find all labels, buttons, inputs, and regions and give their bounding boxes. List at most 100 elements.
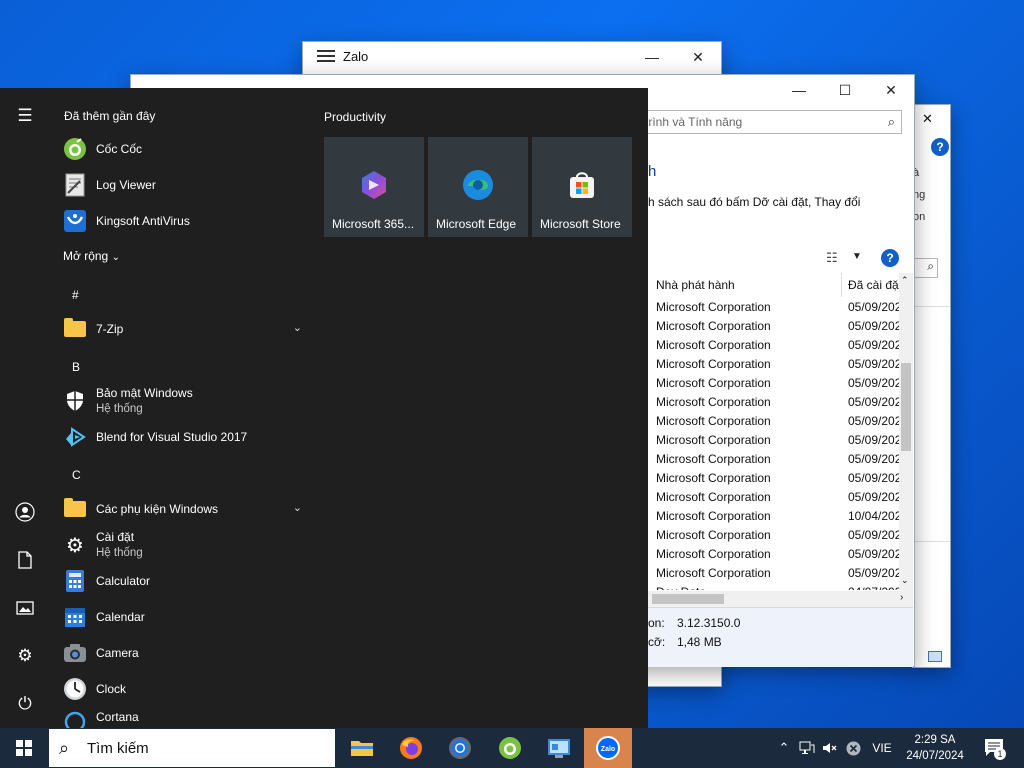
taskbar-clock[interactable]: 2:29 SA 24/07/2024	[896, 732, 974, 764]
app-cortana[interactable]: Cortana	[62, 709, 302, 728]
table-row[interactable]: Microsoft Corporation 05/09/2023	[656, 298, 900, 317]
table-row[interactable]: Microsoft Corporation 05/09/2023	[656, 450, 900, 469]
chevron-down-icon[interactable]: ⌄	[901, 575, 909, 586]
table-row[interactable]: Microsoft Corporation 05/09/2023	[656, 526, 900, 545]
app-name: Calculator	[96, 574, 151, 588]
programs-maximize-button[interactable]: ☐	[822, 75, 868, 105]
table-row[interactable]: Microsoft Corporation 05/09/2023	[656, 355, 900, 374]
start-button[interactable]	[0, 728, 48, 768]
document-icon[interactable]	[13, 548, 37, 572]
app-name: Camera	[96, 646, 139, 660]
app-windows-security[interactable]: Bảo mật Windows Hệ thống	[62, 385, 302, 417]
table-row[interactable]: Microsoft Corporation 05/09/2023	[656, 545, 900, 564]
notification-button[interactable]: 1	[980, 728, 1010, 768]
scrollbar-thumb[interactable]	[652, 594, 724, 604]
table-row[interactable]: Microsoft Corporation 05/09/2023	[656, 393, 900, 412]
divider	[912, 306, 950, 307]
app-name: 7-Zip	[96, 322, 124, 336]
app-settings[interactable]: ⚙ Cài đặt Hệ thống	[62, 529, 302, 561]
app-name: Calendar	[96, 610, 145, 624]
publisher-cell: Microsoft Corporation	[656, 319, 771, 333]
programs-minimize-button[interactable]: —	[776, 75, 822, 105]
camera-icon	[62, 640, 88, 666]
zalo-minimize-button[interactable]: —	[629, 42, 675, 72]
kingsoft-antivirus-icon	[62, 208, 88, 234]
background-window[interactable]: ✕ ? à ng on ⌕	[912, 104, 951, 668]
search-icon[interactable]: ⌕	[888, 114, 895, 130]
chevron-right-icon[interactable]: ›	[900, 592, 903, 603]
letter-header-c[interactable]: C	[72, 468, 81, 482]
table-row[interactable]: Microsoft Corporation 05/09/2023	[656, 412, 900, 431]
app-kingsoft-antivirus[interactable]: Kingsoft AntiVirus	[62, 205, 302, 237]
language-indicator[interactable]: VIE	[866, 728, 898, 768]
taskbar-zalo[interactable]: Zalo	[584, 728, 632, 768]
table-row[interactable]: Dev Date24/07/2024	[656, 583, 900, 590]
app-clock[interactable]: Clock	[62, 673, 302, 705]
installed-date-cell: 05/09/2023	[848, 547, 900, 561]
app-coc-coc[interactable]: Cốc Cốc	[62, 133, 302, 165]
scrollbar-thumb[interactable]	[901, 363, 911, 451]
taskbar-search-input[interactable]: ⌕ Tìm kiếm	[49, 729, 335, 767]
view-options-icon[interactable]: ☷	[826, 250, 838, 266]
installed-date-cell: 05/09/2023	[848, 452, 900, 466]
publisher-cell: Dev Date	[656, 583, 848, 590]
zalo-titlebar[interactable]: Zalo — ✕	[303, 42, 721, 70]
table-row[interactable]: Microsoft Corporation 05/09/2023	[656, 469, 900, 488]
app-name: Clock	[96, 682, 127, 696]
app-blend[interactable]: Blend for Visual Studio 2017	[62, 421, 302, 453]
background-help-icon[interactable]: ?	[931, 138, 949, 156]
programs-close-button[interactable]: ✕	[868, 75, 914, 105]
clock-icon	[62, 676, 88, 702]
power-icon[interactable]: ⏻	[13, 692, 37, 716]
chevron-down-icon[interactable]: ⌄	[293, 321, 302, 334]
volume-muted-icon[interactable]	[819, 728, 841, 768]
user-avatar-icon[interactable]	[13, 500, 37, 524]
table-row[interactable]: Microsoft Corporation 05/09/2023	[656, 317, 900, 336]
app-7zip[interactable]: 7-Zip ⌄	[62, 313, 302, 345]
chevron-down-icon[interactable]: ⌄	[293, 501, 302, 514]
app-windows-accessories[interactable]: Các phụ kiện Windows ⌄	[62, 493, 302, 525]
table-row[interactable]: Microsoft Corporation 05/09/2023	[656, 431, 900, 450]
pictures-icon[interactable]	[13, 596, 37, 620]
letter-header-hash[interactable]: #	[72, 288, 79, 302]
table-row[interactable]: Microsoft Corporation 10/04/2024	[656, 507, 900, 526]
close-circle-icon[interactable]	[842, 728, 864, 768]
taskbar-chrome[interactable]	[436, 728, 484, 768]
column-header-publisher[interactable]: Nhà phát hành	[648, 273, 842, 297]
chevron-down-icon[interactable]: ▼	[852, 251, 862, 262]
app-calendar[interactable]: Calendar	[62, 601, 302, 633]
network-icon[interactable]	[796, 728, 818, 768]
background-search-icon[interactable]: ⌕	[912, 258, 938, 278]
clock-time: 2:29 SA	[914, 734, 956, 746]
taskbar-firefox[interactable]	[387, 728, 435, 768]
help-icon[interactable]: ?	[881, 249, 899, 267]
vertical-scrollbar[interactable]: ⌃ ⌄	[899, 273, 913, 591]
chevron-up-icon[interactable]: ⌃	[901, 275, 909, 286]
table-row[interactable]: Microsoft Corporation 05/09/2023	[656, 564, 900, 583]
zalo-close-button[interactable]: ✕	[675, 42, 721, 72]
edge-icon	[462, 169, 494, 201]
expand-recent-button[interactable]: Mở rộng ⌄	[63, 249, 120, 263]
app-log-viewer[interactable]: Log Viewer	[62, 169, 302, 201]
column-header-installed[interactable]: Đã cài đặt	[842, 273, 899, 297]
programs-search-input[interactable]: trình và Tính năng ⌕	[640, 110, 902, 134]
hamburger-menu-icon[interactable]: ☰	[13, 104, 37, 128]
table-row[interactable]: Microsoft Corporation 05/09/2023	[656, 374, 900, 393]
view-icon[interactable]	[928, 651, 942, 662]
table-row[interactable]: Microsoft Corporation 05/09/2023	[656, 336, 900, 355]
hamburger-menu-icon[interactable]	[317, 50, 335, 62]
taskbar-coc-coc[interactable]	[486, 728, 534, 768]
table-row[interactable]: Microsoft Corporation 05/09/2023	[656, 488, 900, 507]
tile-microsoft-365[interactable]: Microsoft 365...	[324, 137, 424, 237]
app-camera[interactable]: Camera	[62, 637, 302, 669]
app-calculator[interactable]: Calculator	[62, 565, 302, 597]
tile-microsoft-store[interactable]: Microsoft Store	[532, 137, 632, 237]
tray-overflow-chevron-up-icon[interactable]: ⌃	[772, 728, 796, 768]
taskbar-control-panel[interactable]	[535, 728, 583, 768]
letter-header-b[interactable]: B	[72, 360, 80, 374]
background-close-button[interactable]: ✕	[922, 111, 933, 127]
tile-microsoft-edge[interactable]: Microsoft Edge	[428, 137, 528, 237]
horizontal-scrollbar[interactable]: ›	[648, 591, 913, 607]
taskbar-file-explorer[interactable]	[338, 728, 386, 768]
settings-gear-icon[interactable]: ⚙	[13, 644, 37, 668]
